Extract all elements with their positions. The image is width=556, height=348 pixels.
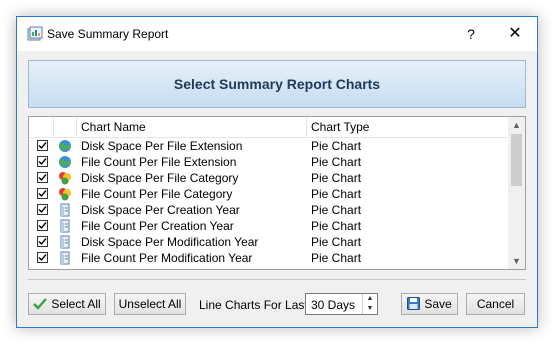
header-separator [306,117,307,137]
chart-type-cell: Pie Chart [311,219,362,233]
select-all-button[interactable]: Select All [28,293,106,315]
floppy-disk-icon [407,297,421,311]
checkmark-icon [33,298,48,310]
save-label: Save [424,297,452,311]
row-checkbox[interactable] [37,188,48,199]
list-rows: Disk Space Per File Extension Pie Chart Fi… [29,138,507,266]
title-bar[interactable]: Save Summary Report ? ✕ [17,17,537,51]
row-checkbox[interactable] [37,156,48,167]
chart-name-cell: File Count Per Creation Year [81,219,234,233]
chart-type-cell: Pie Chart [311,139,362,153]
chart-type-cell: Pie Chart [311,235,362,249]
chart-name-cell: File Count Per Modification Year [81,251,253,265]
calendar-icon [58,203,72,217]
unselect-all-label: Unselect All [118,297,182,311]
chart-type-cell: Pie Chart [311,171,362,185]
save-summary-report-dialog: Save Summary Report ? ✕ Select Summary R… [16,16,538,328]
vertical-scrollbar[interactable]: ▲ ▼ [508,117,525,269]
chart-type-cell: Pie Chart [311,155,362,169]
list-item[interactable]: Disk Space Per Creation Year Pie Chart [29,202,507,218]
spin-down-arrow-icon[interactable]: ▼ [363,304,377,314]
list-item[interactable]: Disk Space Per File Category Pie Chart [29,170,507,186]
chart-name-cell: File Count Per File Extension [81,155,237,169]
select-all-label: Select All [51,297,101,311]
chart-type-cell: Pie Chart [311,187,362,201]
days-spinbox[interactable]: 30 Days ▲ ▼ [305,293,378,315]
row-checkbox[interactable] [37,140,48,151]
calendar-icon [58,235,72,249]
row-checkbox[interactable] [37,236,48,247]
chart-name-cell: Disk Space Per File Category [81,171,239,185]
calendar-icon [58,219,72,233]
cancel-button[interactable]: Cancel [466,293,525,315]
chart-name-cell: Disk Space Per Creation Year [81,203,240,217]
header-separator [76,117,77,137]
list-item[interactable]: File Count Per Modification Year Pie Char… [29,250,507,266]
help-button[interactable]: ? [457,21,485,47]
spin-buttons: ▲ ▼ [362,294,377,314]
row-checkbox[interactable] [37,204,48,215]
column-header-chart-type[interactable]: Chart Type [311,120,369,134]
globe-icon [58,139,72,153]
scroll-down-arrow-icon[interactable]: ▼ [508,253,525,269]
close-button[interactable]: ✕ [501,21,529,47]
days-value[interactable]: 30 Days [311,298,355,312]
spin-up-arrow-icon[interactable]: ▲ [363,294,377,304]
chart-name-cell: File Count Per File Category [81,187,233,201]
row-checkbox[interactable] [37,220,48,231]
report-app-icon [27,26,43,41]
column-header-chart-name[interactable]: Chart Name [81,120,146,134]
row-checkbox[interactable] [37,252,48,263]
scroll-up-arrow-icon[interactable]: ▲ [508,117,525,133]
category-icon [58,187,72,201]
list-item[interactable]: File Count Per File Extension Pie Chart [29,154,507,170]
header-separator [53,117,54,137]
chart-name-cell: Disk Space Per Modification Year [81,235,259,249]
row-checkbox[interactable] [37,172,48,183]
chart-type-cell: Pie Chart [311,251,362,265]
category-icon [58,171,72,185]
footer-divider [28,279,526,280]
list-item[interactable]: File Count Per File Category Pie Chart [29,186,507,202]
scrollbar-thumb[interactable] [511,134,522,186]
chart-name-cell: Disk Space Per File Extension [81,139,243,153]
globe-icon [58,155,72,169]
unselect-all-button[interactable]: Unselect All [114,293,186,315]
list-item[interactable]: File Count Per Creation Year Pie Chart [29,218,507,234]
banner-heading: Select Summary Report Charts [28,60,526,108]
list-item[interactable]: Disk Space Per Modification Year Pie Char… [29,234,507,250]
list-header: Chart Name Chart Type [29,117,507,138]
save-button[interactable]: Save [401,293,458,315]
list-item[interactable]: Disk Space Per File Extension Pie Chart [29,138,507,154]
line-charts-label: Line Charts For Last: [199,298,312,312]
chart-list[interactable]: Chart Name Chart Type Disk Space Per Fil… [28,116,526,270]
dialog-title: Save Summary Report [47,27,169,41]
chart-type-cell: Pie Chart [311,203,362,217]
cancel-label: Cancel [476,297,515,311]
calendar-icon [58,251,72,265]
